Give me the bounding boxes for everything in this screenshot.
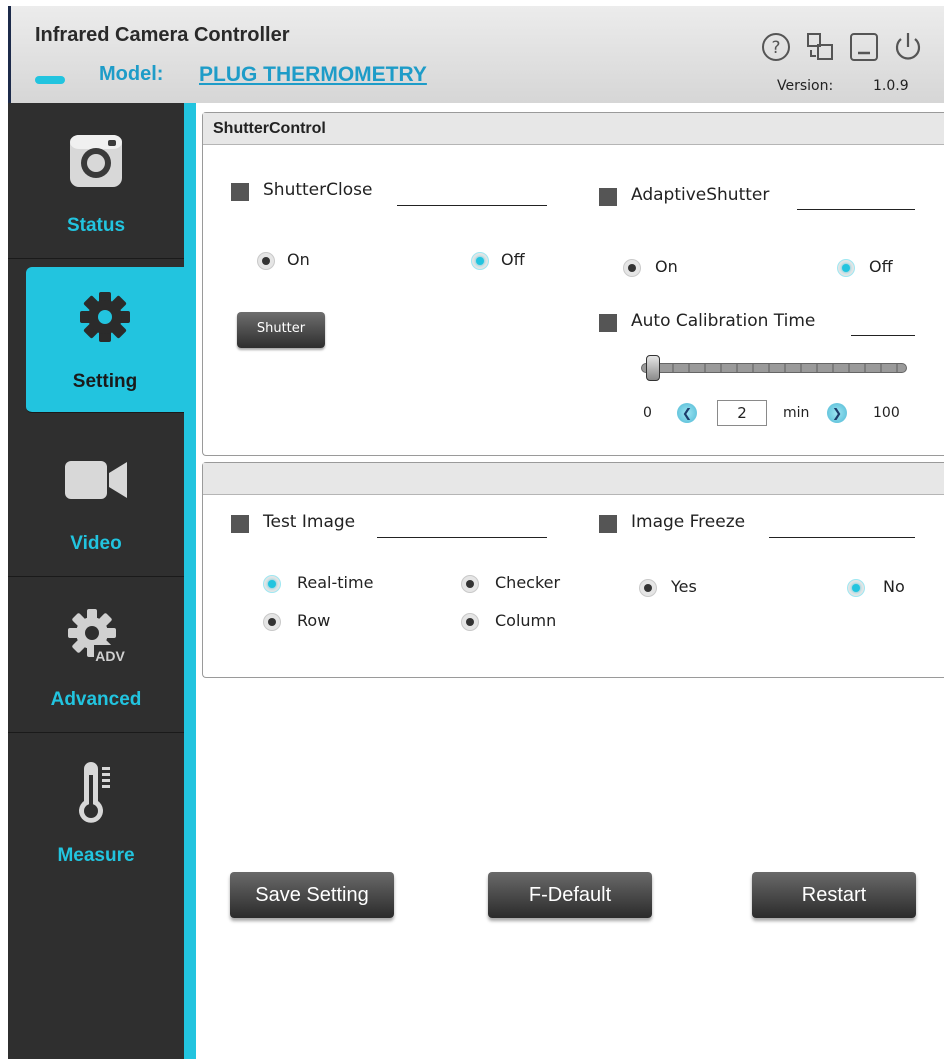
slider-min: 0 — [643, 405, 652, 421]
image-freeze-label: Image Freeze — [631, 512, 746, 532]
app-title: Infrared Camera Controller — [35, 24, 290, 46]
calibration-time-input[interactable]: 2 — [717, 400, 767, 426]
factory-default-button[interactable]: F-Default — [488, 872, 652, 918]
gear-icon — [80, 292, 130, 342]
unit-label: min — [783, 405, 810, 421]
camera-icon — [70, 135, 122, 187]
checker-radio[interactable] — [461, 575, 479, 593]
radio-label: Yes — [671, 577, 697, 596]
test-image-label: Test Image — [263, 512, 356, 532]
sidebar-item-measure[interactable]: Measure — [8, 733, 184, 889]
power-icon[interactable] — [891, 30, 925, 64]
shutter-close-label: ShutterClose — [263, 180, 373, 200]
auto-calibration-checkbox[interactable] — [599, 314, 617, 332]
menu-indicator[interactable] — [35, 76, 65, 84]
model-link[interactable]: PLUG THERMOMETRY — [199, 63, 427, 87]
adv-badge: ADV — [95, 648, 125, 664]
sidebar-item-label: Advanced — [50, 689, 142, 710]
radio-label: No — [883, 577, 905, 596]
help-icon[interactable]: ? — [759, 30, 793, 64]
sidebar: Status Setting Video ADV Advanced Measur… — [8, 103, 184, 1059]
video-camera-icon — [65, 461, 127, 499]
underline — [397, 205, 547, 206]
shutter-close-off-radio[interactable] — [471, 252, 489, 270]
real-time-radio[interactable] — [263, 575, 281, 593]
sidebar-item-video[interactable]: Video — [8, 421, 184, 577]
freeze-yes-radio[interactable] — [639, 579, 657, 597]
freeze-no-radio[interactable] — [847, 579, 865, 597]
sidebar-item-label: Setting — [72, 371, 138, 392]
sidebar-item-label: Status — [66, 215, 126, 236]
sidebar-item-setting[interactable]: Setting — [26, 267, 184, 413]
radio-label: Column — [495, 611, 557, 630]
title-bar: Infrared Camera Controller Model: PLUG T… — [8, 6, 944, 103]
restart-button[interactable]: Restart — [752, 872, 916, 918]
calibration-slider-thumb[interactable] — [646, 355, 661, 381]
shutter-close-checkbox[interactable] — [231, 183, 249, 201]
decrement-button[interactable]: ❮ — [677, 403, 697, 423]
app-window: Infrared Camera Controller Model: PLUG T… — [8, 6, 944, 1059]
adaptive-shutter-on-radio[interactable] — [623, 259, 641, 277]
version-value: 1.0.9 — [873, 78, 909, 94]
radio-label: Real-time — [297, 573, 374, 592]
underline — [797, 209, 915, 210]
radio-label: On — [655, 257, 678, 276]
sidebar-accent-strip — [184, 103, 196, 1059]
underline — [377, 537, 547, 538]
calibration-slider[interactable] — [641, 363, 907, 373]
adaptive-shutter-label: AdaptiveShutter — [631, 185, 770, 205]
slider-max: 100 — [873, 405, 900, 421]
shutter-button[interactable]: Shutter — [237, 312, 325, 348]
increment-button[interactable]: ❯ — [827, 403, 847, 423]
underline — [769, 537, 915, 538]
panel-title: ShutterControl — [203, 113, 944, 145]
column-radio[interactable] — [461, 613, 479, 631]
adaptive-shutter-off-radio[interactable] — [837, 259, 855, 277]
version-label: Version: — [777, 78, 834, 94]
sidebar-item-label: Measure — [57, 845, 135, 866]
shutter-close-on-radio[interactable] — [257, 252, 275, 270]
test-image-panel: Test Image Real-time Checker Row Column … — [202, 462, 944, 678]
image-freeze-checkbox[interactable] — [599, 515, 617, 533]
shutter-control-panel: ShutterControl ShutterClose On Off Shutt… — [202, 112, 944, 456]
auto-calibration-label: Auto Calibration Time — [631, 311, 816, 331]
window-switch-icon[interactable] — [803, 30, 837, 64]
svg-text:?: ? — [771, 38, 780, 58]
save-setting-button[interactable]: Save Setting — [230, 872, 394, 918]
underline — [851, 335, 915, 336]
gear-adv-icon: ADV — [68, 609, 126, 665]
sidebar-item-label: Video — [70, 533, 122, 554]
sidebar-item-status[interactable]: Status — [8, 103, 184, 259]
adaptive-shutter-checkbox[interactable] — [599, 188, 617, 206]
test-image-checkbox[interactable] — [231, 515, 249, 533]
radio-label: On — [287, 250, 310, 269]
row-radio[interactable] — [263, 613, 281, 631]
thermometer-icon — [79, 762, 110, 823]
sidebar-item-advanced[interactable]: ADV Advanced — [8, 577, 184, 733]
radio-label: Row — [297, 611, 331, 630]
radio-label: Off — [869, 257, 893, 276]
radio-label: Checker — [495, 573, 561, 592]
model-label: Model: — [99, 63, 164, 85]
radio-label: Off — [501, 250, 525, 269]
minimize-icon[interactable] — [847, 30, 881, 64]
panel-title — [203, 463, 944, 495]
